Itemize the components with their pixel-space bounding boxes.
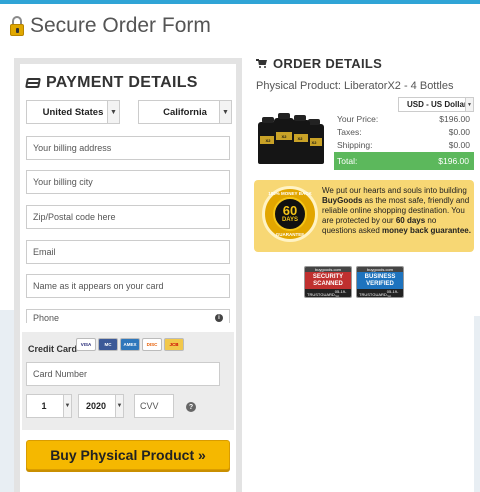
mastercard-icon: MC [98, 338, 118, 351]
chevron-down-icon: ▼ [115, 395, 123, 417]
zip-field[interactable]: Zip/Postal code here [26, 205, 230, 229]
price-label: Your Price: [337, 114, 379, 124]
business-verified-badge[interactable]: buygoods.com BUSINESS VERIFIED TRUST GUARD… [356, 266, 404, 298]
cvv-placeholder: CVV [140, 401, 159, 411]
cardholder-name-placeholder: Name as it appears on your card [33, 281, 164, 291]
credit-card-label: Credit Card [28, 344, 78, 354]
page-title-text: Secure Order Form [30, 14, 211, 37]
billing-address-field[interactable]: Your billing address [26, 136, 230, 160]
product-image: X2 X2 X2 X2 [258, 113, 326, 164]
billing-city-placeholder: Your billing city [33, 177, 93, 187]
bottle-image: X2 [274, 113, 294, 164]
state-select[interactable]: California ▼ [138, 100, 232, 124]
credit-card-icon [25, 78, 41, 88]
phone-placeholder: Phone [33, 313, 60, 323]
expiry-month-value: 1 [41, 401, 47, 411]
cvv-field[interactable]: CVV [134, 394, 174, 418]
order-heading-text: ORDER DETAILS [273, 56, 383, 71]
total-value: $196.00 [438, 156, 469, 166]
taxes-value: $0.00 [448, 127, 470, 137]
currency-select-value: USD - US Dollar [407, 100, 468, 109]
billing-city-field[interactable]: Your billing city [26, 170, 230, 194]
info-icon[interactable]: i [215, 314, 223, 322]
email-placeholder: Email [33, 247, 56, 257]
chevron-down-icon: ▼ [465, 98, 473, 111]
product-name: Physical Product: LiberatorX2 - 4 Bottle… [256, 80, 454, 92]
jcb-icon: JCB [164, 338, 184, 351]
total-label: Total: [337, 156, 358, 166]
trust-badges: buygoods.com SECURITY SCANNED TRUST GUARD 0… [304, 266, 404, 298]
expiry-month-select[interactable]: 1 ▼ [26, 394, 72, 418]
guarantee-seal-icon: 100% MONEY BACK 60 DAYS GUARANTEE [262, 186, 318, 242]
guarantee-text: We put our hearts and souls into buildin… [322, 186, 471, 235]
zip-placeholder: Zip/Postal code here [33, 212, 116, 222]
security-scanned-badge[interactable]: buygoods.com SECURITY SCANNED TRUST GUARD 0… [304, 266, 352, 298]
email-field[interactable]: Email [26, 240, 230, 264]
chevron-down-icon: ▼ [219, 101, 231, 123]
amex-icon: AMEX [120, 338, 140, 351]
top-accent-bar [0, 0, 480, 4]
card-number-field[interactable]: Card Number [26, 362, 220, 386]
phone-field[interactable]: Phone i [26, 309, 230, 323]
shopping-cart-icon [256, 59, 268, 68]
right-edge-strip [474, 316, 480, 492]
page-title: Secure Order Form [10, 14, 211, 38]
taxes-row: Taxes: $0.00 [334, 127, 474, 140]
credit-card-section: Credit Card VISA MC AMEX DISC JCB Card N… [22, 332, 234, 430]
discover-icon: DISC [142, 338, 162, 351]
expiry-year-value: 2020 [85, 401, 107, 411]
payment-heading-text: PAYMENT DETAILS [46, 74, 198, 91]
currency-select[interactable]: USD - US Dollar ▼ [398, 97, 474, 112]
card-brand-icons: VISA MC AMEX DISC JCB [76, 338, 184, 351]
price-row: Your Price: $196.00 [334, 114, 474, 127]
payment-panel: PAYMENT DETAILS United States ▼ Californ… [14, 58, 242, 492]
country-select-value: United States [42, 106, 104, 118]
card-number-placeholder: Card Number [33, 369, 88, 379]
taxes-label: Taxes: [337, 127, 362, 137]
chevron-down-icon: ▼ [107, 101, 119, 123]
chevron-down-icon: ▼ [63, 395, 71, 417]
visa-icon: VISA [76, 338, 96, 351]
total-row: Total: $196.00 [334, 152, 474, 170]
expiry-year-select[interactable]: 2020 ▼ [78, 394, 124, 418]
money-back-guarantee: 100% MONEY BACK 60 DAYS GUARANTEE We put… [254, 180, 474, 252]
country-select[interactable]: United States ▼ [26, 100, 120, 124]
price-value: $196.00 [439, 114, 470, 124]
cardholder-name-field[interactable]: Name as it appears on your card [26, 274, 230, 298]
payment-heading: PAYMENT DETAILS [25, 74, 198, 92]
billing-address-placeholder: Your billing address [33, 143, 112, 153]
buy-button[interactable]: Buy Physical Product » [26, 440, 230, 470]
state-select-value: California [163, 106, 207, 118]
left-edge-strip [0, 310, 14, 492]
help-icon[interactable]: ? [186, 402, 196, 412]
lock-icon [10, 16, 24, 36]
order-heading: ORDER DETAILS [256, 56, 382, 71]
